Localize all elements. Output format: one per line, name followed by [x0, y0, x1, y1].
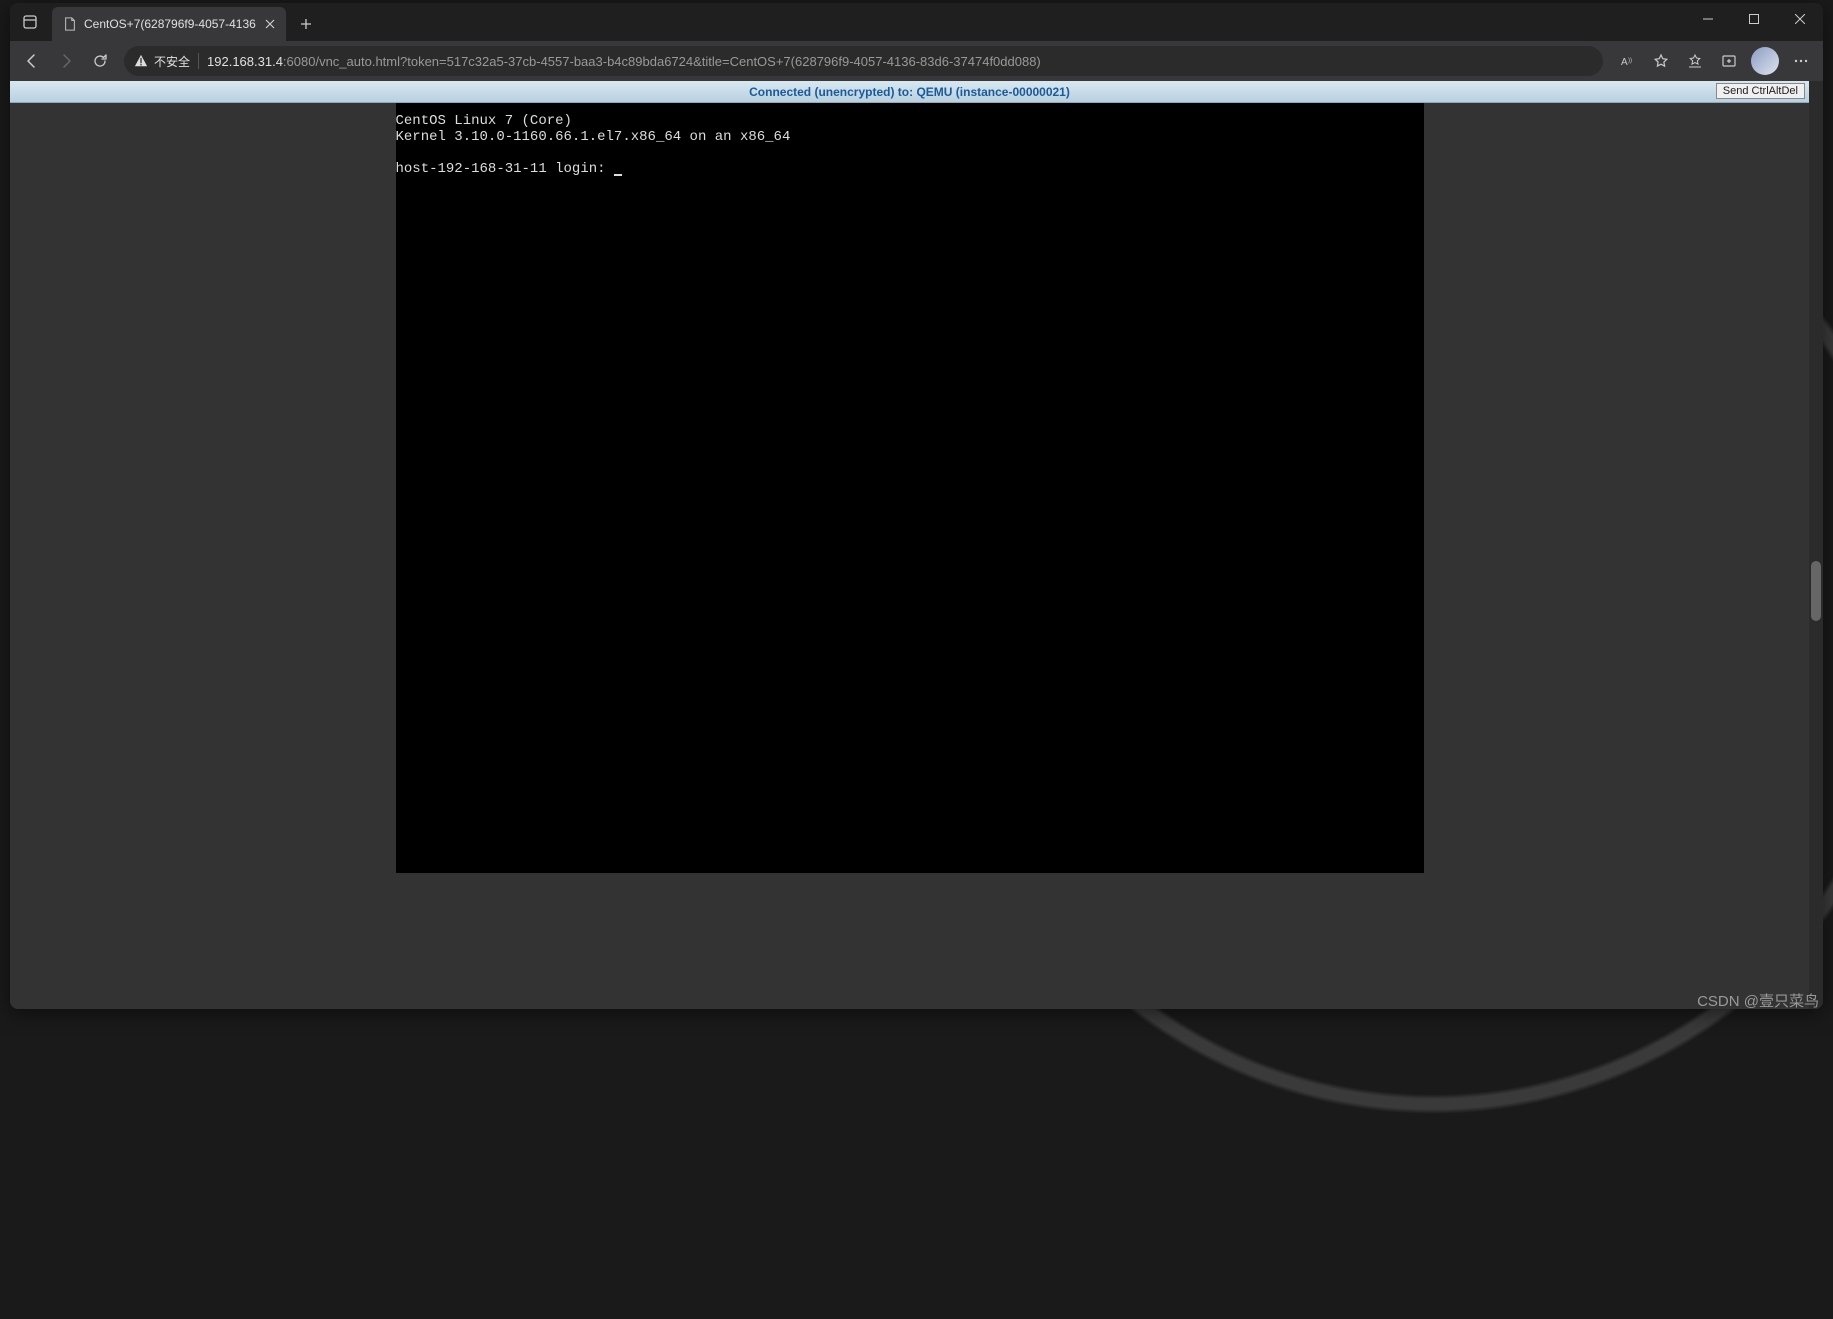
forward-button[interactable] — [50, 45, 82, 77]
favorites-menu-button[interactable] — [1679, 45, 1711, 77]
url-host: 192.168.31.4 — [207, 54, 283, 69]
security-label: 不安全 — [154, 53, 190, 70]
settings-more-button[interactable] — [1785, 45, 1817, 77]
tab-favicon-document-icon — [62, 16, 78, 32]
security-indicator[interactable]: 不安全 — [134, 53, 190, 70]
url-text: 192.168.31.4:6080/vnc_auto.html?token=51… — [207, 54, 1041, 69]
scrollbar-thumb[interactable] — [1811, 561, 1821, 621]
collections-button[interactable] — [1713, 45, 1745, 77]
console-line-1: CentOS Linux 7 (Core) — [396, 113, 572, 129]
vnc-console-wrapper: CentOS Linux 7 (Core) Kernel 3.10.0-1160… — [10, 103, 1809, 873]
profile-avatar[interactable] — [1751, 47, 1779, 75]
browser-titlebar: CentOS+7(628796f9-4057-4136 — [10, 3, 1823, 41]
window-controls — [1685, 3, 1823, 35]
svg-text:A: A — [1621, 57, 1628, 68]
console-output: CentOS Linux 7 (Core) Kernel 3.10.0-1160… — [396, 113, 1424, 177]
window-close-button[interactable] — [1777, 3, 1823, 35]
svg-text:)): )) — [1628, 58, 1632, 64]
browser-toolbar: 不安全 192.168.31.4:6080/vnc_auto.html?toke… — [10, 41, 1823, 81]
tab-title: CentOS+7(628796f9-4057-4136 — [84, 17, 256, 31]
browser-content: Connected (unencrypted) to: QEMU (instan… — [10, 81, 1823, 1009]
toolbar-right: A)) — [1611, 45, 1817, 77]
url-path: :6080/vnc_auto.html?token=517c32a5-37cb-… — [283, 54, 1041, 69]
window-minimize-button[interactable] — [1685, 3, 1731, 35]
browser-tab-active[interactable]: CentOS+7(628796f9-4057-4136 — [52, 7, 286, 41]
tab-actions-button[interactable] — [10, 3, 50, 41]
warning-icon — [134, 54, 148, 68]
console-line-2: Kernel 3.10.0-1160.66.1.el7.x86_64 on an… — [396, 129, 791, 145]
read-aloud-button[interactable]: A)) — [1611, 45, 1643, 77]
refresh-button[interactable] — [84, 45, 116, 77]
scrollbar-track[interactable] — [1809, 81, 1823, 1009]
address-divider — [198, 53, 199, 69]
vnc-status-bar: Connected (unencrypted) to: QEMU (instan… — [10, 81, 1809, 103]
vnc-status-text: Connected (unencrypted) to: QEMU (instan… — [749, 85, 1070, 99]
tab-close-button[interactable] — [262, 16, 278, 32]
back-button[interactable] — [16, 45, 48, 77]
watermark-text: CSDN @壹只菜鸟 — [1697, 990, 1819, 1011]
new-tab-button[interactable] — [292, 10, 320, 38]
console-login-prompt: host-192-168-31-11 login: — [396, 161, 614, 177]
console-cursor-icon — [614, 174, 622, 176]
vnc-console[interactable]: CentOS Linux 7 (Core) Kernel 3.10.0-1160… — [396, 103, 1424, 873]
window-maximize-button[interactable] — [1731, 3, 1777, 35]
send-ctrlaltdel-button[interactable]: Send CtrlAltDel — [1716, 83, 1805, 99]
browser-window: CentOS+7(628796f9-4057-4136 — [10, 3, 1823, 1009]
address-bar[interactable]: 不安全 192.168.31.4:6080/vnc_auto.html?toke… — [124, 46, 1603, 76]
favorite-button[interactable] — [1645, 45, 1677, 77]
